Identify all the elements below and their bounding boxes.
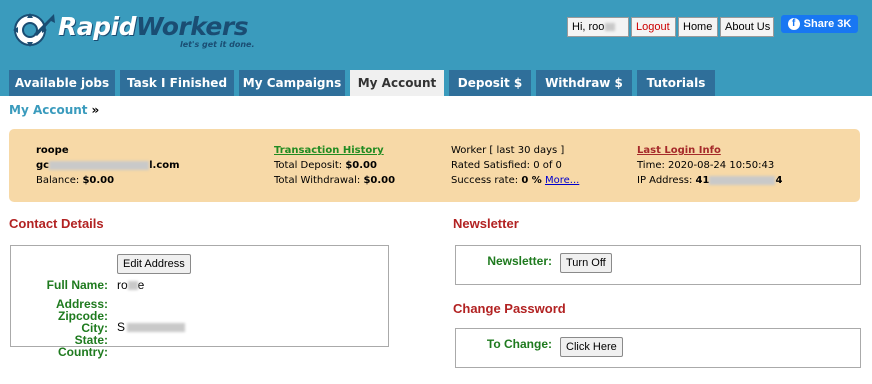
facebook-share-button[interactable]: f Share 3K — [781, 15, 858, 33]
login-time: Time: 2020-08-24 10:50:43 — [637, 160, 775, 171]
account-username: roope — [36, 145, 69, 156]
tab-withdraw[interactable]: Withdraw $ — [536, 70, 632, 96]
account-balance: Balance: $0.00 — [36, 175, 115, 186]
redacted-name — [127, 281, 138, 291]
home-button[interactable]: Home — [678, 17, 718, 37]
rated-satisfied: Rated Satisfied: 0 of 0 — [451, 160, 562, 171]
tab-available-jobs[interactable]: Available jobs — [9, 70, 115, 96]
account-summary-bar: roope gc l.com Balance: $0.00 Transaction… — [9, 129, 860, 202]
breadcrumb-my-account[interactable]: My Account — [9, 103, 88, 117]
facebook-icon: f — [787, 18, 800, 30]
total-withdrawal: Total Withdrawal: $0.00 — [274, 175, 396, 186]
rapidworkers-logo[interactable]: RapidWorkers let's get it done. — [10, 10, 254, 50]
brand-tagline: let's get it done. — [180, 40, 255, 49]
city-value: S — [117, 320, 186, 334]
change-password-button[interactable]: Click Here — [560, 337, 623, 357]
transaction-column: Transaction History Total Deposit: $0.00… — [274, 143, 395, 188]
redacted-username — [605, 23, 616, 32]
contact-details-box — [10, 245, 389, 347]
login-ip: IP Address: 41 4 — [637, 175, 783, 186]
redacted-email — [49, 160, 150, 170]
breadcrumb-arrow: » — [91, 103, 100, 117]
tab-tutorials[interactable]: Tutorials — [637, 70, 715, 96]
newsletter-label: Newsletter: — [487, 254, 552, 268]
gear-arrow-logo-icon — [13, 13, 55, 47]
newsletter-turn-off-button[interactable]: Turn Off — [560, 253, 612, 273]
site-header: RapidWorkers let's get it done. Hi, roo … — [0, 0, 872, 96]
last-login-column: Last Login Info Time: 2020-08-24 10:50:4… — [637, 143, 782, 188]
redacted-city — [127, 323, 186, 333]
user-greeting: Hi, roo — [567, 17, 629, 37]
country-label: Country: — [58, 345, 108, 359]
account-column: roope gc l.com Balance: $0.00 — [36, 143, 180, 188]
transaction-history-link[interactable]: Transaction History — [274, 143, 395, 158]
edit-address-button[interactable]: Edit Address — [117, 254, 191, 274]
tab-deposit[interactable]: Deposit $ — [449, 70, 531, 96]
full-name-label: Full Name: — [46, 278, 108, 292]
breadcrumb: My Account» — [9, 103, 99, 117]
account-email: gc l.com — [36, 160, 180, 171]
about-us-button[interactable]: About Us — [720, 17, 774, 37]
worker-period: Worker [ last 30 days ] — [451, 145, 565, 156]
brand-name: RapidWorkers — [58, 12, 249, 41]
full-name-value: ro e — [117, 278, 145, 292]
to-change-label: To Change: — [486, 337, 552, 351]
more-link[interactable]: More... — [545, 175, 579, 186]
worker-stats-column: Worker [ last 30 days ] Rated Satisfied:… — [451, 143, 579, 188]
success-rate: Success rate: 0 % More... — [451, 175, 580, 186]
newsletter-title: Newsletter — [453, 216, 519, 231]
last-login-info-link[interactable]: Last Login Info — [637, 143, 782, 158]
total-deposit: Total Deposit: $0.00 — [274, 160, 377, 171]
tab-my-account[interactable]: My Account — [350, 70, 444, 96]
tab-my-campaigns[interactable]: My Campaigns — [239, 70, 345, 96]
redacted-ip — [709, 175, 776, 185]
change-password-title: Change Password — [453, 301, 566, 316]
tab-task-i-finished[interactable]: Task I Finished — [120, 70, 234, 96]
contact-details-title: Contact Details — [9, 216, 104, 231]
logout-button[interactable]: Logout — [631, 17, 676, 37]
